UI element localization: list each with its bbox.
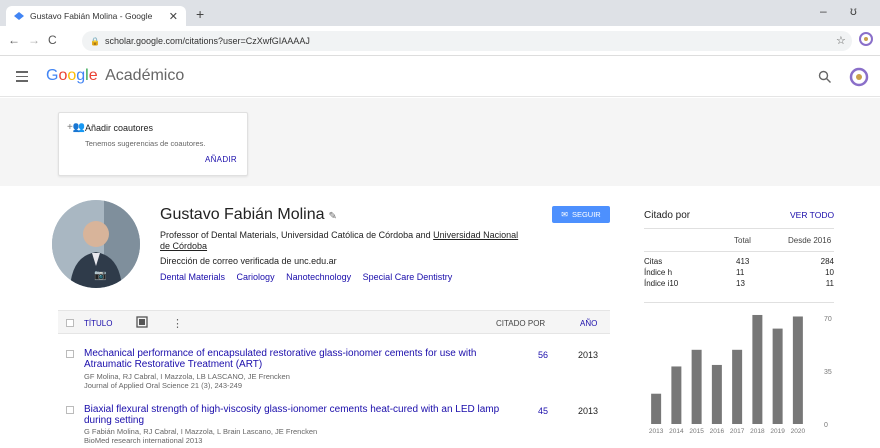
column-cited-by[interactable]: CITADO POR: [496, 319, 545, 328]
cited-count-link[interactable]: 45: [538, 406, 548, 416]
x-tick-label: 2016: [710, 428, 725, 435]
back-arrow-icon[interactable]: ←: [8, 33, 20, 47]
chart-bar[interactable]: [691, 349, 702, 424]
articles-table-header: TÍTULO ⋮ CITADO POR AÑO: [58, 310, 610, 334]
account-extension-icon[interactable]: [848, 66, 870, 88]
chart-bar[interactable]: [732, 349, 743, 424]
follow-button[interactable]: ✉ SEGUIR: [552, 206, 610, 223]
reload-icon[interactable]: C: [48, 33, 57, 47]
search-icon[interactable]: [818, 70, 832, 84]
bookmark-star-icon[interactable]: ☆: [836, 34, 846, 47]
y-tick-label: 35: [824, 369, 832, 376]
article-title-link[interactable]: Biaxial flexural strength of high-viscos…: [84, 404, 504, 426]
add-coauthors-button[interactable]: AÑADIR: [205, 155, 237, 164]
column-title-sort[interactable]: TÍTULO: [84, 319, 112, 328]
article-authors: G Fabián Molina, RJ Cabral, I Mazzola, L…: [84, 427, 318, 436]
extension-icon[interactable]: [858, 31, 874, 47]
menu-icon[interactable]: [16, 71, 28, 85]
col-total: Total: [734, 236, 751, 245]
url-text: scholar.google.com/citations?user=CzXwfG…: [104, 36, 310, 46]
research-interests: Dental Materials Cariology Nanotechnolog…: [160, 272, 461, 282]
chart-bar[interactable]: [792, 316, 803, 424]
address-input[interactable]: 🔒 scholar.google.com/citations?user=CzXw…: [82, 31, 852, 51]
camera-icon[interactable]: 📷: [94, 270, 106, 281]
tab-close-icon[interactable]: ✕: [169, 10, 178, 23]
interest-link[interactable]: Cariology: [237, 272, 275, 282]
chart-bar[interactable]: [752, 314, 763, 424]
profile-email: Dirección de correo verificada de unc.ed…: [160, 256, 337, 266]
scholar-favicon-icon: [14, 12, 24, 20]
add-people-icon: +👥: [67, 122, 86, 133]
y-tick-label: 70: [824, 316, 832, 323]
profile-name: Gustavo Fabián Molina ✎: [160, 206, 337, 223]
article-journal: BioMed research international 2013: [84, 436, 203, 445]
mail-icon: ✉: [561, 210, 568, 219]
col-since: Desde 2016: [788, 236, 832, 245]
row-checkbox[interactable]: [66, 350, 74, 358]
restore-button[interactable]: ʊ: [850, 4, 857, 18]
y-tick-label: 0: [824, 422, 828, 429]
google-scholar-logo[interactable]: Google Académico: [46, 67, 184, 85]
address-bar-row: ← → C 🔒 scholar.google.com/citations?use…: [0, 26, 880, 56]
article-authors: GF Molina, RJ Cabral, I Mazzola, LB LASC…: [84, 372, 290, 381]
cited-by-title: Citado por: [644, 210, 691, 221]
article-year: 2013: [578, 350, 599, 360]
chart-bar[interactable]: [772, 328, 783, 424]
divider: [644, 228, 834, 229]
merge-icon[interactable]: [136, 316, 148, 328]
chart-bar[interactable]: [651, 393, 662, 424]
x-tick-label: 2018: [750, 428, 765, 435]
chart-bar[interactable]: [711, 364, 722, 424]
lock-icon: 🔒: [90, 36, 100, 46]
article-title-link[interactable]: Mechanical performance of encapsulated r…: [84, 348, 504, 370]
article-journal: Journal of Applied Oral Science 21 (3), …: [84, 381, 243, 390]
add-coauthors-card: +👥 Añadir coautores Tenemos sugerencias …: [58, 112, 248, 176]
x-tick-label: 2020: [791, 428, 806, 435]
row-checkbox[interactable]: [66, 406, 74, 414]
more-options-icon[interactable]: ⋮: [172, 317, 183, 330]
citations-bar-chart: 2013 2014 2015 2016 2017 2018 2019 2020 70 35 0: [649, 314, 832, 435]
select-all-checkbox[interactable]: [66, 319, 74, 327]
column-year-sort[interactable]: AÑO: [580, 319, 597, 328]
tab-title: Gustavo Fabián Molina - Google: [30, 11, 153, 21]
logo-suffix: Académico: [105, 67, 185, 84]
browser-tab[interactable]: Gustavo Fabián Molina - Google ✕: [6, 6, 186, 26]
view-all-link[interactable]: VER TODO: [790, 210, 834, 220]
scholar-header: Google Académico: [0, 57, 880, 97]
divider: [644, 302, 834, 303]
x-tick-label: 2019: [770, 428, 785, 435]
x-tick-label: 2017: [730, 428, 745, 435]
profile-affiliation: Professor of Dental Materials, Universid…: [160, 230, 519, 251]
cited-count-link[interactable]: 56: [538, 350, 548, 360]
edit-pencil-icon[interactable]: ✎: [329, 211, 337, 222]
interest-link[interactable]: Nanotechnology: [286, 272, 351, 282]
divider: [644, 251, 834, 252]
forward-arrow-icon[interactable]: →: [28, 33, 40, 47]
chart-bar[interactable]: [671, 366, 682, 424]
minimize-button[interactable]: –: [820, 4, 827, 18]
x-tick-label: 2015: [689, 428, 704, 435]
interest-link[interactable]: Special Care Dentistry: [363, 272, 453, 282]
coauthors-title: Añadir coautores: [85, 123, 154, 133]
interest-link[interactable]: Dental Materials: [160, 272, 225, 282]
coauthors-subtitle: Tenemos sugerencias de coautores.: [85, 139, 206, 148]
x-tick-label: 2014: [669, 428, 684, 435]
x-tick-label: 2013: [649, 428, 664, 435]
article-year: 2013: [578, 406, 599, 416]
browser-tab-bar: Gustavo Fabián Molina - Google ✕ + – ʊ: [0, 0, 880, 26]
new-tab-button[interactable]: +: [196, 6, 204, 22]
